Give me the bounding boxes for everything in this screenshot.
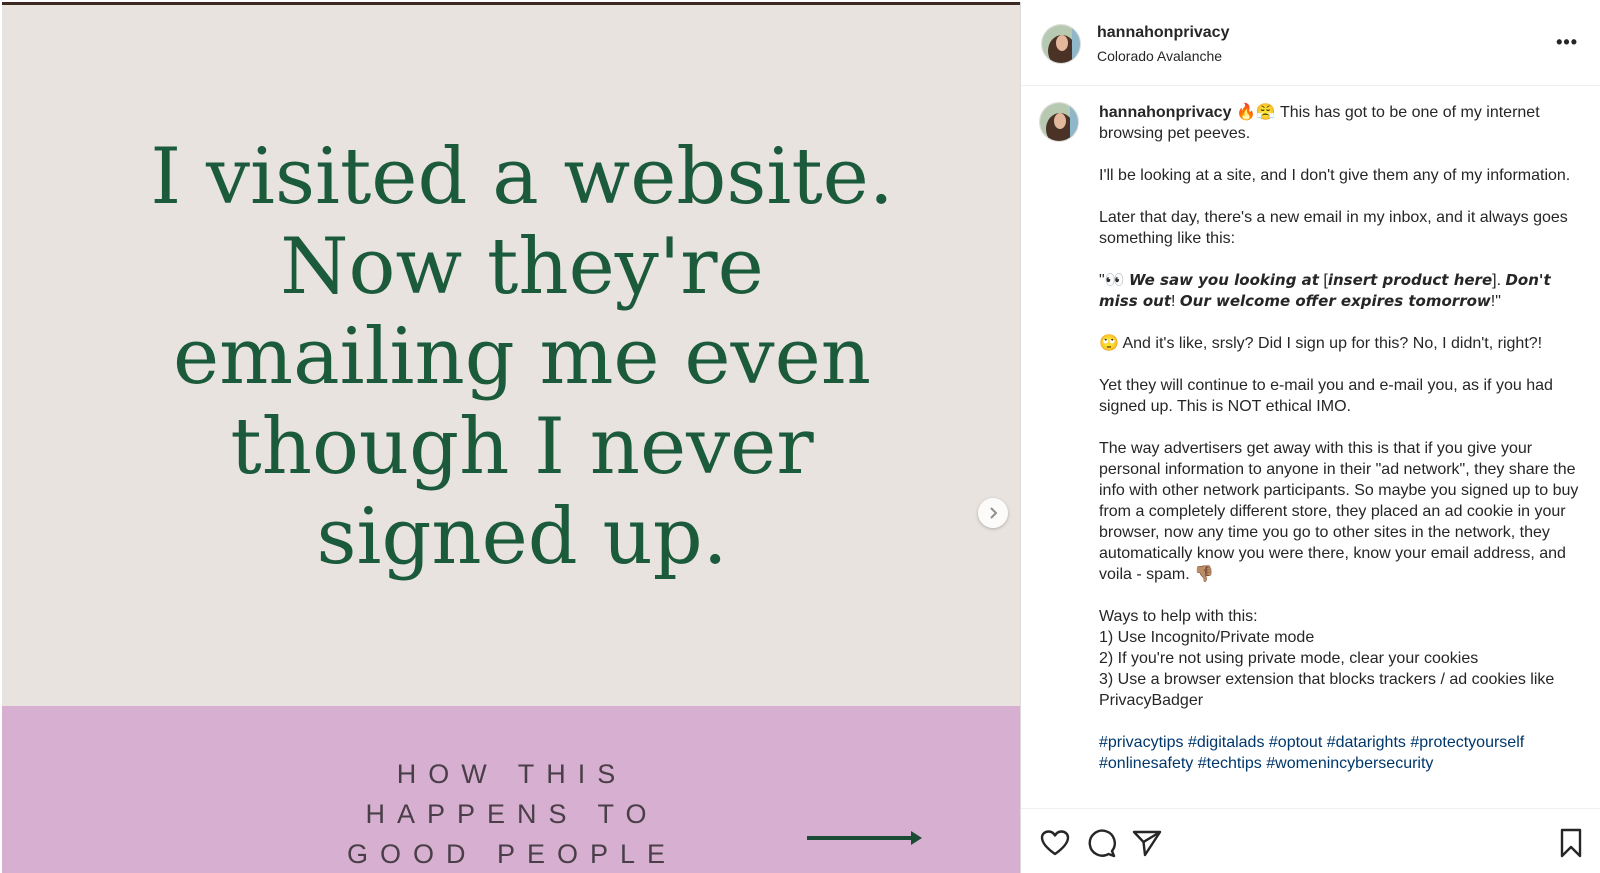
quote-part: We saw you looking at xyxy=(1129,271,1319,289)
subhead-line: HAPPENS TO xyxy=(365,799,659,829)
caption-username[interactable]: hannahonprivacy xyxy=(1099,104,1231,121)
header-location[interactable]: Colorado Avalanche xyxy=(1097,48,1222,64)
chevron-right-icon xyxy=(990,507,998,519)
hashtag-link[interactable]: #techtips xyxy=(1198,755,1262,772)
avatar-image xyxy=(1042,25,1080,63)
more-options-icon[interactable]: ••• xyxy=(1556,32,1578,53)
quote-part: ]. xyxy=(1492,272,1506,289)
headline-line: though I never xyxy=(230,402,814,492)
media-top-strip xyxy=(2,2,1020,5)
hashtag-link[interactable]: #onlinesafety xyxy=(1099,755,1193,772)
caption-paragraph: hannahonprivacy 🔥😤 This has got to be on… xyxy=(1099,102,1589,144)
subhead-line: HOW THIS xyxy=(396,759,628,789)
hashtag-link[interactable]: #protectyourself xyxy=(1410,734,1524,751)
caption-paragraph: The way advertisers get away with this i… xyxy=(1099,440,1579,583)
post-side-panel: hannahonprivacy Colorado Avalanche ••• h… xyxy=(1020,2,1600,873)
ways-item: 3) Use a browser extension that blocks t… xyxy=(1099,671,1555,709)
caption-area: hannahonprivacy 🔥😤 This has got to be on… xyxy=(1021,88,1600,808)
caption-paragraph: Yet they will continue to e-mail you and… xyxy=(1099,377,1553,415)
slide-pink-band: HOW THIS HAPPENS TO GOOD PEOPLE xyxy=(2,706,1020,873)
headline-line: I visited a website. xyxy=(150,132,894,222)
next-slide-button[interactable] xyxy=(978,498,1008,528)
hashtag-link[interactable]: #datarights xyxy=(1327,734,1406,751)
quote-part: [ xyxy=(1318,272,1328,289)
hashtag-link[interactable]: #privacytips xyxy=(1099,734,1183,751)
share-icon[interactable] xyxy=(1131,827,1163,859)
quote-close: !" xyxy=(1490,293,1501,310)
headline-line: signed up. xyxy=(316,492,728,582)
instagram-post-window: I visited a website. Now they're emailin… xyxy=(0,0,1600,873)
caption-text: hannahonprivacy 🔥😤 This has got to be on… xyxy=(1099,102,1589,795)
hashtag-link[interactable]: #optout xyxy=(1269,734,1322,751)
comment-icon[interactable] xyxy=(1085,827,1117,859)
post-media[interactable]: I visited a website. Now they're emailin… xyxy=(2,2,1020,873)
caption-paragraph: 🙄 And it's like, srsly? Did I sign up fo… xyxy=(1099,335,1543,352)
quote-part: Our welcome offer expires tomorrow xyxy=(1179,292,1491,310)
hashtag-link[interactable]: #digitalads xyxy=(1188,734,1265,751)
caption-emoji: 🔥😤 xyxy=(1235,104,1276,121)
subhead-line: GOOD PEOPLE xyxy=(346,839,678,869)
caption-quote: "👀 We saw you looking at [insert product… xyxy=(1099,270,1589,312)
slide-headline: I visited a website. Now they're emailin… xyxy=(62,132,982,582)
avatar[interactable] xyxy=(1041,24,1081,64)
hashtags: #privacytips #digitalads #optout #datari… xyxy=(1099,732,1589,774)
post-header: hannahonprivacy Colorado Avalanche ••• xyxy=(1021,2,1600,86)
avatar-image xyxy=(1040,103,1078,141)
caption-paragraph: I'll be looking at a site, and I don't g… xyxy=(1099,167,1571,184)
hashtag-link[interactable]: #womenincybersecurity xyxy=(1266,755,1433,772)
ways-title: Ways to help with this: xyxy=(1099,608,1258,625)
bookmark-icon[interactable] xyxy=(1555,827,1587,859)
heart-icon[interactable] xyxy=(1039,827,1071,859)
post-actions xyxy=(1021,808,1600,873)
headline-line: Now they're xyxy=(280,222,764,312)
caption-ways: Ways to help with this: 1) Use Incognito… xyxy=(1099,606,1589,711)
ways-item: 2) If you're not using private mode, cle… xyxy=(1099,650,1479,667)
quote-part: ! xyxy=(1171,293,1180,310)
arrow-right-icon xyxy=(807,831,922,845)
caption-avatar[interactable] xyxy=(1039,102,1079,142)
ways-item: 1) Use Incognito/Private mode xyxy=(1099,629,1315,646)
quote-open: "👀 xyxy=(1099,272,1130,289)
caption-paragraph: Later that day, there's a new email in m… xyxy=(1099,209,1568,247)
headline-line: emailing me even xyxy=(173,312,871,402)
header-username[interactable]: hannahonprivacy xyxy=(1097,24,1229,42)
slide-subhead: HOW THIS HAPPENS TO GOOD PEOPLE xyxy=(272,754,752,873)
quote-part: insert product here xyxy=(1327,271,1493,289)
